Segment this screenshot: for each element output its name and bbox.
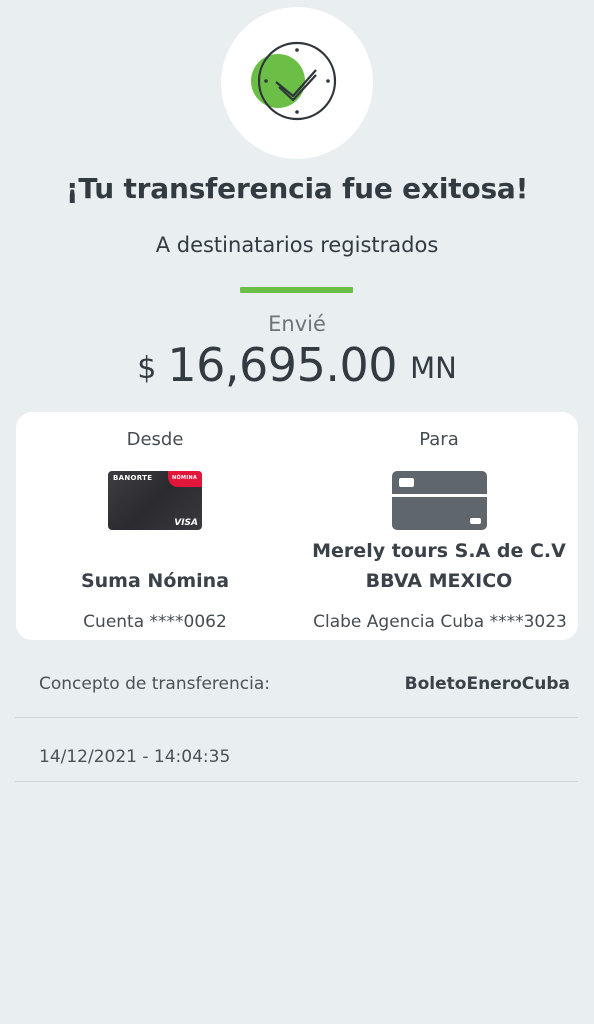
amount-display: $ 16,695.00 MN: [0, 338, 594, 392]
from-account-number: Cuenta ****0062: [83, 612, 227, 632]
concept-value: BoletoEneroCuba: [404, 674, 570, 694]
card-badge: NÓMINA: [172, 475, 198, 481]
currency-symbol: $: [137, 351, 157, 386]
to-label: Para: [419, 429, 459, 450]
success-subtitle: A destinatarios registrados: [155, 233, 439, 257]
timestamp-row: 14/12/2021 - 14:04:35: [15, 718, 578, 782]
card-line: [392, 494, 487, 497]
card-chip: [399, 478, 414, 487]
sent-label: Envié: [268, 312, 326, 336]
card-network: VISA: [174, 518, 198, 528]
generic-card-icon: [392, 471, 487, 530]
to-bank-name: BBVA MEXICO: [365, 570, 513, 592]
banorte-visa-card-icon: BANORTE NÓMINA VISA: [108, 471, 202, 530]
card-brand: BANORTE: [113, 474, 153, 482]
success-icon-container: [221, 7, 373, 159]
amount-unit: MN: [410, 351, 457, 385]
timestamp: 14/12/2021 - 14:04:35: [39, 747, 231, 767]
to-account-number: Clabe Agencia Cuba ****3023: [313, 612, 567, 632]
card-tag: [470, 518, 481, 524]
transfer-summary-card: Desde Para BANORTE NÓMINA VISA Suma Nómi…: [16, 412, 578, 640]
to-beneficiary-name: Merely tours S.A de C.V: [312, 540, 566, 562]
concept-row: Concepto de transferencia: BoletoEneroCu…: [15, 658, 578, 718]
concept-label: Concepto de transferencia:: [39, 674, 270, 694]
amount-value: 16,695.00: [167, 338, 397, 392]
from-account-name: Suma Nómina: [80, 570, 230, 592]
from-label: Desde: [126, 429, 184, 450]
clock-check-icon: [251, 41, 337, 121]
accent-divider: [240, 287, 353, 293]
success-title: ¡Tu transferencia fue exitosa!: [65, 172, 529, 205]
